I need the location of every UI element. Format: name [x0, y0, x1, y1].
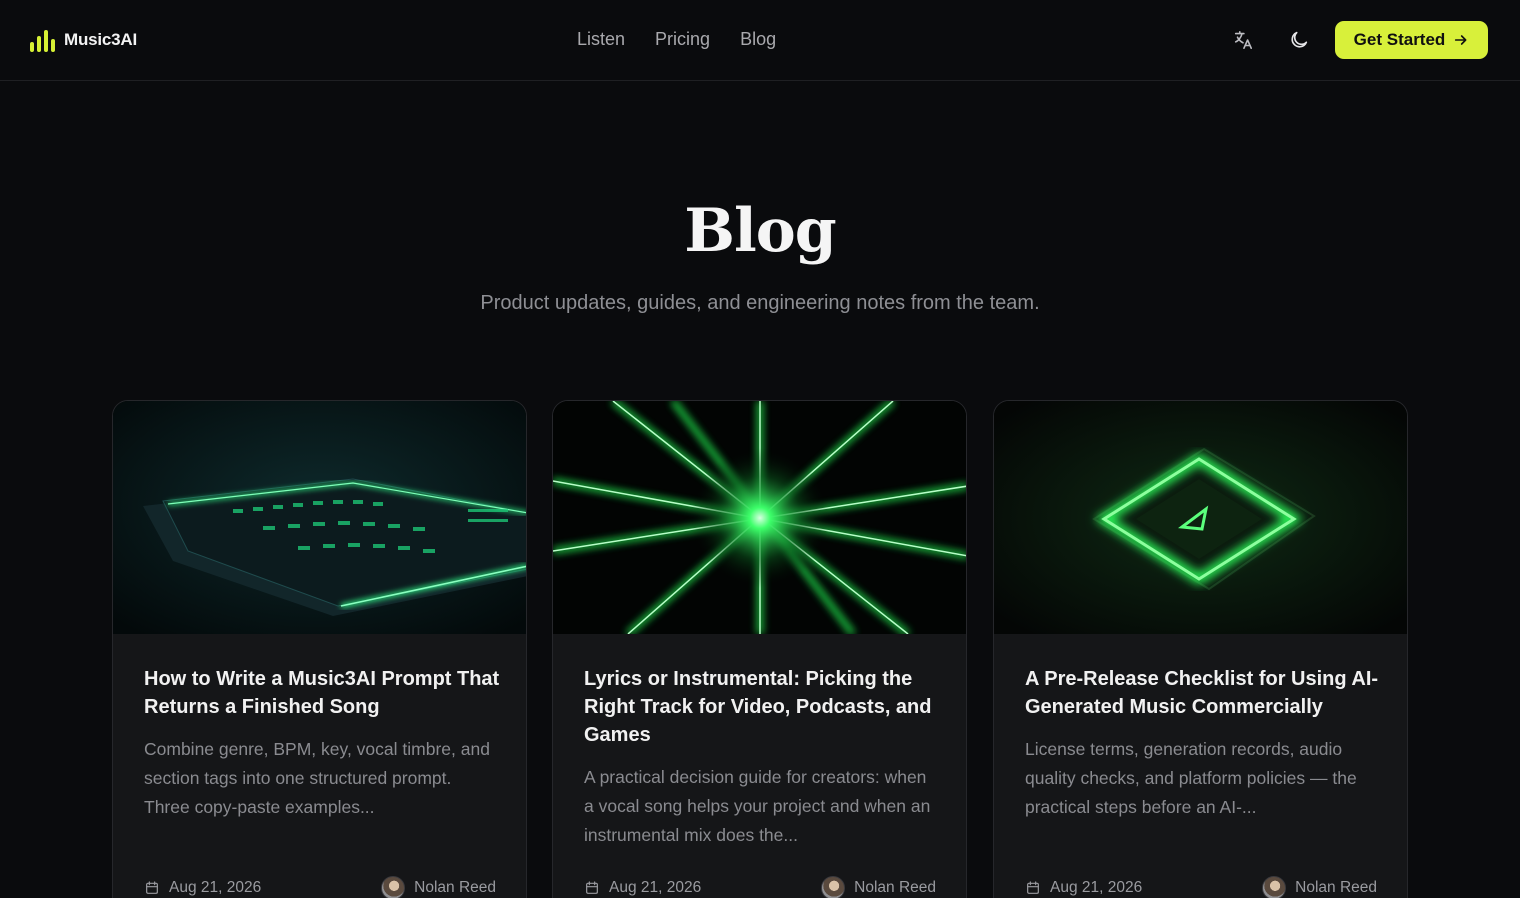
card-excerpt: A practical decision guide for creators:…: [584, 767, 931, 845]
calendar-icon: [586, 881, 598, 894]
site-header: Music3AI Listen Pricing Blog Get Started: [0, 0, 1520, 81]
card-title: How to Write a Music3AI Prompt That Retu…: [144, 668, 500, 718]
page-subtitle: Product updates, guides, and engineering…: [480, 292, 1040, 314]
card-image-play-tile: [994, 401, 1407, 634]
author-avatar: [1262, 876, 1287, 898]
moon-icon: [1291, 31, 1308, 48]
blog-card[interactable]: Lyrics or Instrumental: Picking the Righ…: [552, 400, 967, 898]
author-avatar: [381, 876, 406, 898]
card-excerpt: Combine genre, BPM, key, vocal timbre, a…: [144, 739, 490, 817]
page-title: Blog: [684, 196, 836, 266]
language-button[interactable]: [1229, 26, 1257, 54]
theme-toggle-button[interactable]: [1285, 26, 1313, 54]
card-meta: Aug 21, 2026 Nolan Reed: [144, 876, 496, 898]
post-date: Aug 21, 2026: [609, 879, 702, 896]
author-name: Nolan Reed: [1295, 879, 1377, 896]
main-nav: Listen Pricing Blog: [577, 29, 776, 50]
brand-logo-link[interactable]: Music3AI: [30, 28, 137, 52]
post-date: Aug 21, 2026: [169, 879, 262, 896]
card-title: Lyrics or Instrumental: Picking the Righ…: [584, 668, 932, 746]
author-avatar: [821, 876, 846, 898]
author-name: Nolan Reed: [414, 879, 496, 896]
card-meta: Aug 21, 2026 Nolan Reed: [1025, 876, 1377, 898]
post-date: Aug 21, 2026: [1050, 879, 1143, 896]
get-started-label: Get Started: [1353, 30, 1446, 49]
card-title: A Pre-Release Checklist for Using AI-Gen…: [1025, 668, 1379, 718]
card-meta: Aug 21, 2026 Nolan Reed: [584, 876, 936, 898]
blog-card[interactable]: A Pre-Release Checklist for Using AI-Gen…: [993, 400, 1408, 898]
card-image-keyboard: [113, 401, 526, 634]
nav-link-blog[interactable]: Blog: [740, 29, 776, 50]
calendar-icon: [1027, 881, 1039, 894]
nav-link-listen[interactable]: Listen: [577, 29, 625, 50]
translate-icon: [1234, 30, 1253, 50]
card-excerpt: License terms, generation records, audio…: [1025, 739, 1357, 817]
equalizer-icon: [30, 28, 55, 52]
calendar-icon: [146, 881, 158, 894]
blog-card[interactable]: How to Write a Music3AI Prompt That Retu…: [112, 400, 527, 898]
brand-name: Music3AI: [64, 30, 138, 49]
nav-link-pricing[interactable]: Pricing: [655, 29, 710, 50]
author-name: Nolan Reed: [854, 879, 936, 896]
card-image-starburst: [553, 401, 966, 634]
arrow-right-icon: [1455, 35, 1467, 45]
get-started-button[interactable]: Get Started: [1335, 21, 1488, 59]
